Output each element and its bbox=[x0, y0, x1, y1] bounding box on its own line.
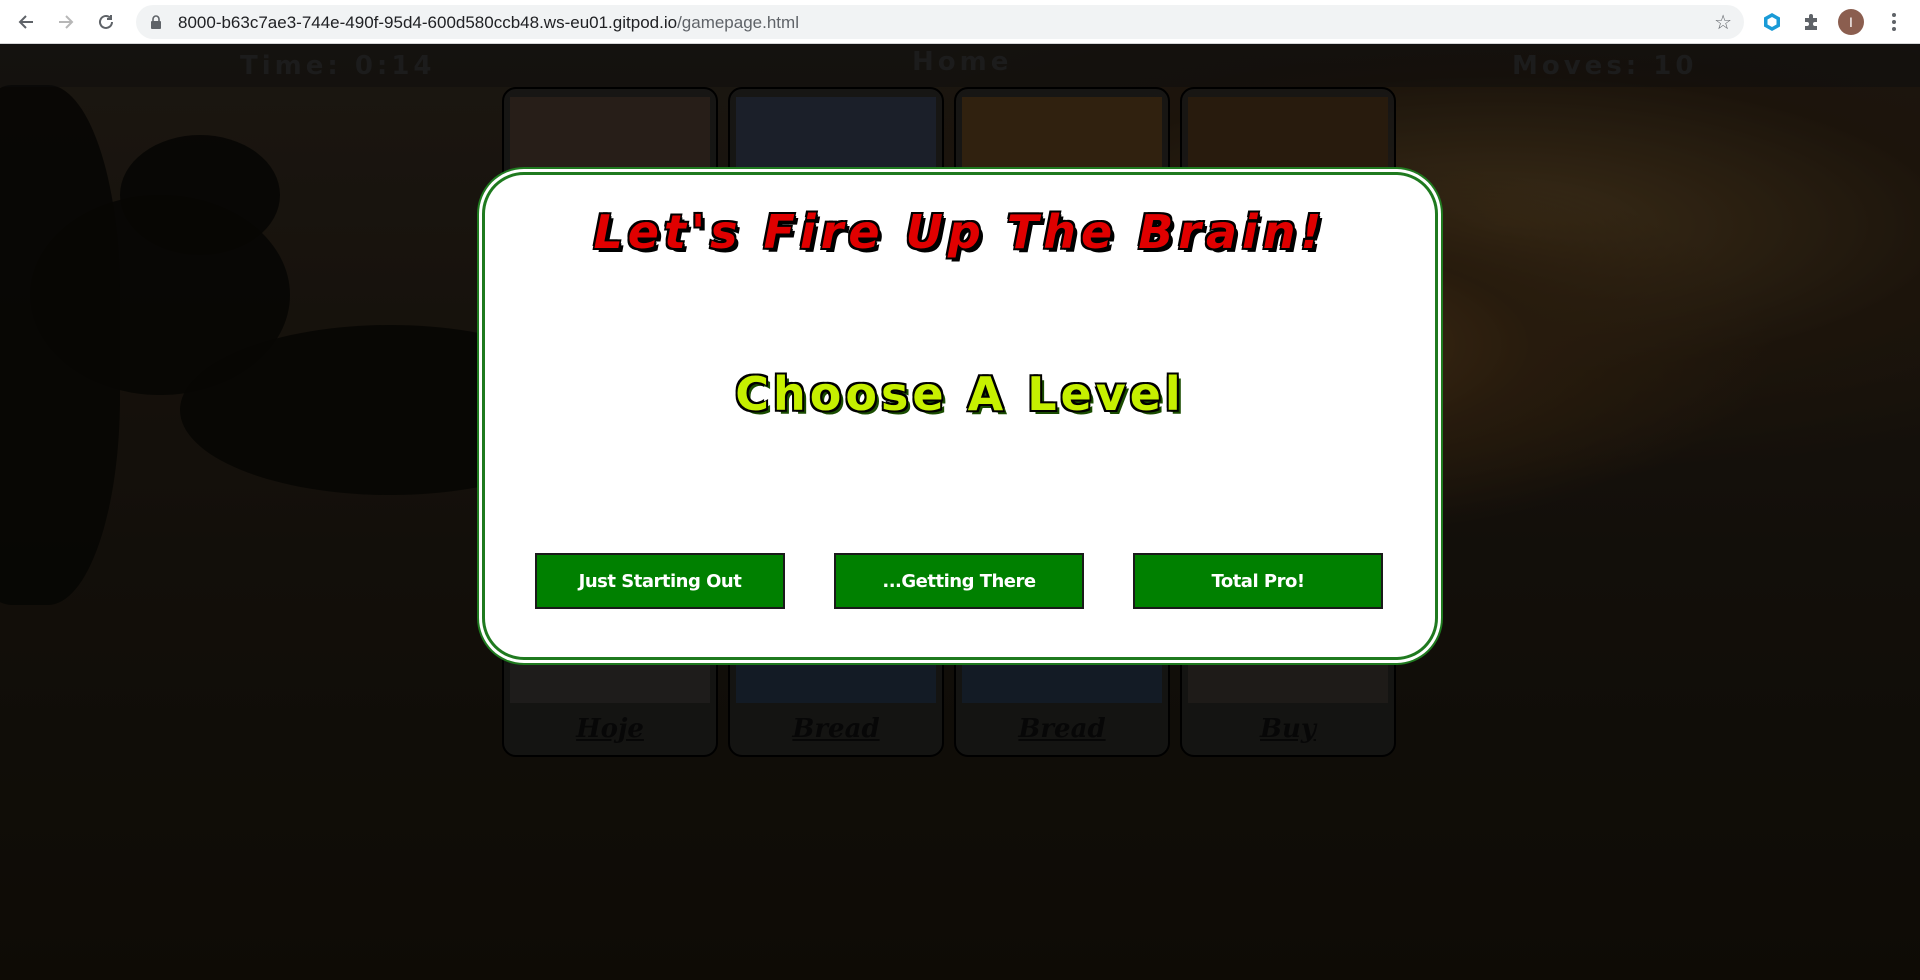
level-hard-button[interactable]: Total Pro! bbox=[1133, 553, 1383, 609]
forward-arrow-icon[interactable] bbox=[52, 8, 80, 36]
url-path: /gamepage.html bbox=[677, 13, 799, 32]
browser-toolbar: 8000-b63c7ae3-744e-490f-95d4-600d580ccb4… bbox=[0, 0, 1920, 44]
level-easy-button[interactable]: Just Starting Out bbox=[535, 553, 785, 609]
reload-icon[interactable] bbox=[92, 8, 120, 36]
level-select-modal: Let's Fire Up The Brain! Choose A Level … bbox=[482, 172, 1438, 660]
lock-icon bbox=[151, 15, 161, 29]
modal-subtitle: Choose A Level bbox=[735, 367, 1185, 421]
url-text: 8000-b63c7ae3-744e-490f-95d4-600d580ccb4… bbox=[178, 13, 799, 33]
avatar-letter: I bbox=[1849, 14, 1853, 30]
address-bar[interactable]: 8000-b63c7ae3-744e-490f-95d4-600d580ccb4… bbox=[136, 5, 1744, 39]
modal-title: Let's Fire Up The Brain! bbox=[593, 205, 1327, 259]
star-icon[interactable]: ☆ bbox=[1714, 10, 1732, 35]
back-arrow-icon[interactable] bbox=[12, 8, 40, 36]
url-host: 8000-b63c7ae3-744e-490f-95d4-600d580ccb4… bbox=[178, 13, 678, 32]
avatar[interactable]: I bbox=[1838, 9, 1864, 35]
extension-puzzle-icon[interactable] bbox=[1799, 9, 1825, 35]
level-medium-button[interactable]: ...Getting There bbox=[834, 553, 1084, 609]
extension-cube-icon[interactable] bbox=[1759, 9, 1785, 35]
more-menu-icon[interactable] bbox=[1882, 8, 1906, 36]
